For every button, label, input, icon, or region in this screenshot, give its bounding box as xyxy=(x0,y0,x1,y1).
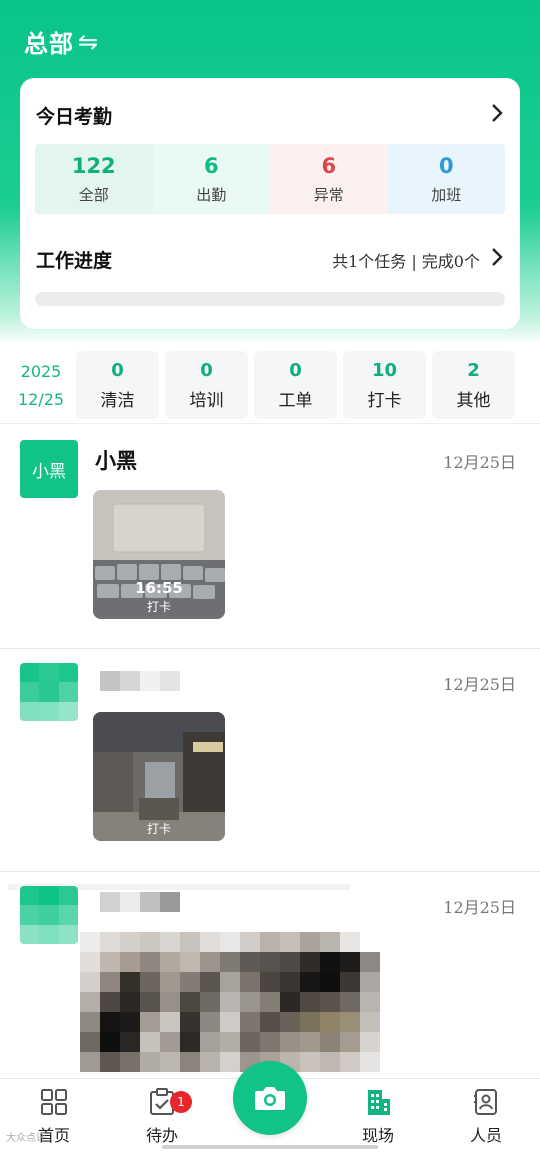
category-label: 清洁 xyxy=(100,390,135,411)
watermark: 大众点评 xyxy=(6,1133,46,1144)
category-cleaning[interactable]: 0 清洁 xyxy=(76,351,159,419)
attendance-card: 今日考勤 122 全部 6 出勤 6 异常 0 加班 工作进度 共1个任务 | … xyxy=(20,78,520,329)
stat-present[interactable]: 6 出勤 xyxy=(152,144,270,214)
grid-icon xyxy=(41,1089,67,1115)
stat-value: 122 xyxy=(71,153,116,178)
category-count: 0 xyxy=(289,359,302,381)
category-label: 其他 xyxy=(456,390,491,411)
avatar[interactable] xyxy=(20,663,78,721)
stat-value: 6 xyxy=(203,153,219,178)
post-date: 12月25日 xyxy=(443,675,516,694)
contacts-icon xyxy=(474,1089,497,1115)
stat-label: 出勤 xyxy=(196,185,227,204)
swap-arrows-icon[interactable]: ⇋ xyxy=(78,30,98,54)
category-training[interactable]: 0 培训 xyxy=(165,351,248,419)
stat-value: 0 xyxy=(438,153,454,178)
category-count: 0 xyxy=(111,359,124,381)
tab-label: 人员 xyxy=(469,1126,502,1145)
category-clock-in[interactable]: 10 打卡 xyxy=(343,351,426,419)
feed-item[interactable]: 小黑 小黑 12月25日 16:55 打卡 xyxy=(0,425,540,649)
post-date: 12月25日 xyxy=(443,453,516,472)
category-label: 打卡 xyxy=(367,390,402,411)
post-date: 12月25日 xyxy=(443,898,516,917)
work-progress-bar xyxy=(35,292,505,306)
category-work-order[interactable]: 0 工单 xyxy=(254,351,337,419)
photo-thumbnail[interactable]: 16:55 打卡 xyxy=(93,490,225,619)
date-month-day: 12/25 xyxy=(18,390,65,409)
attendance-stats: 122 全部 6 出勤 6 异常 0 加班 xyxy=(35,144,505,214)
todo-badge: 1 xyxy=(170,1091,192,1113)
stat-label: 全部 xyxy=(78,185,109,204)
blurred-user-name xyxy=(100,671,180,691)
stat-value: 6 xyxy=(321,153,337,178)
category-count: 10 xyxy=(371,359,398,381)
blurred-user-name xyxy=(100,892,180,912)
tab-label: 待办 xyxy=(145,1126,178,1145)
blurred-photo[interactable] xyxy=(80,932,380,1072)
category-label: 工单 xyxy=(278,390,313,411)
tab-site[interactable]: 现场 xyxy=(338,1087,418,1146)
photo-time: 16:55 xyxy=(135,579,183,597)
chevron-right-icon[interactable] xyxy=(490,246,504,273)
camera-button[interactable] xyxy=(233,1061,307,1135)
feed-item[interactable]: 12月25日 xyxy=(0,872,540,1078)
tab-people[interactable]: 人员 xyxy=(446,1087,526,1146)
stat-label: 加班 xyxy=(431,185,462,204)
stat-label: 异常 xyxy=(313,185,344,204)
avatar[interactable] xyxy=(20,886,78,944)
chevron-right-icon[interactable] xyxy=(490,102,504,129)
attendance-header[interactable]: 今日考勤 xyxy=(36,102,504,129)
category-other[interactable]: 2 其他 xyxy=(432,351,515,419)
camera-icon xyxy=(255,1087,285,1110)
work-progress-title: 工作进度 xyxy=(36,250,113,272)
feed-item[interactable]: 12月25日 打卡 xyxy=(0,649,540,872)
org-title: 总部 xyxy=(24,29,74,58)
blurred-avatar xyxy=(20,886,78,944)
avatar[interactable]: 小黑 xyxy=(20,440,78,498)
category-count: 0 xyxy=(200,359,213,381)
stat-overtime[interactable]: 0 加班 xyxy=(387,144,505,214)
photo-label: 打卡 xyxy=(146,600,171,614)
org-switcher[interactable]: 总部 ⇋ xyxy=(24,24,98,59)
attendance-title: 今日考勤 xyxy=(36,106,113,128)
blurred-avatar xyxy=(20,663,78,721)
photo-label: 打卡 xyxy=(146,822,171,836)
date-year: 2025 xyxy=(20,362,62,381)
building-icon xyxy=(368,1090,390,1115)
category-label: 培训 xyxy=(189,390,224,411)
category-bar: 2025 12/25 0 清洁 0 培训 0 工单 10 打卡 2 其他 xyxy=(0,346,540,424)
stat-abnormal[interactable]: 6 异常 xyxy=(270,144,388,214)
stat-total[interactable]: 122 全部 xyxy=(35,144,153,214)
avatar-text: 小黑 xyxy=(20,440,78,498)
user-name: 小黑 xyxy=(95,448,137,473)
photo-thumbnail[interactable]: 打卡 xyxy=(93,712,225,841)
date-selector[interactable]: 2025 12/25 xyxy=(18,358,64,414)
category-count: 2 xyxy=(467,359,480,381)
tab-label: 现场 xyxy=(361,1126,394,1145)
work-progress-header[interactable]: 工作进度 共1个任务 | 完成0个 xyxy=(36,246,504,273)
work-progress-summary: 共1个任务 | 完成0个 xyxy=(332,251,480,271)
home-indicator[interactable] xyxy=(162,1145,378,1149)
